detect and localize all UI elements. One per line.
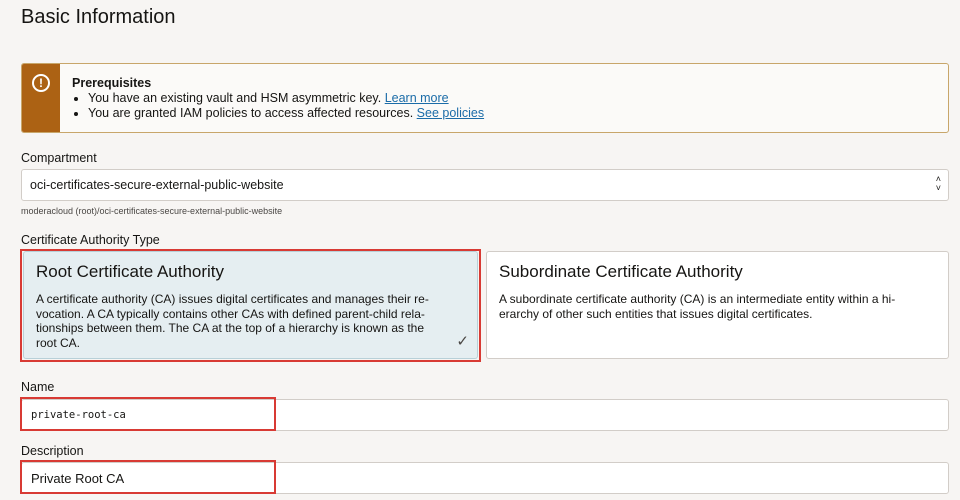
subordinate-ca-description: A subordinate certificate authority (CA)… (499, 292, 896, 321)
ca-type-label: Certificate Authority Type (21, 233, 160, 247)
notice-item-text: You are granted IAM policies to access a… (88, 106, 414, 120)
name-label: Name (21, 380, 55, 394)
compartment-helper-text: moderacloud (root)/oci-certificates-secu… (21, 206, 283, 216)
warning-icon: ! (32, 74, 50, 92)
learn-more-link[interactable]: Learn more (385, 91, 449, 105)
root-ca-option-card[interactable]: Root Certificate Authority A certificate… (23, 251, 478, 359)
compartment-select[interactable]: oci-certificates-secure-external-public-… (21, 169, 949, 201)
page-title: Basic Information (21, 6, 176, 28)
chevron-up-down-icon: ˄ ˅ (935, 174, 941, 193)
notice-title: Prerequisites (72, 76, 152, 90)
root-ca-description: A certificate authority (CA) issues digi… (36, 292, 429, 350)
compartment-value: oci-certificates-secure-external-public-… (30, 178, 284, 192)
description-input-value: Private Root CA (31, 470, 125, 486)
compartment-label: Compartment (21, 151, 97, 165)
description-label: Description (21, 444, 84, 458)
subordinate-ca-title: Subordinate Certificate Authority (499, 262, 743, 281)
root-ca-title: Root Certificate Authority (36, 262, 225, 281)
subordinate-ca-option-card[interactable]: Subordinate Certificate Authority A subo… (486, 251, 949, 359)
name-input-value: private-root-ca (31, 409, 126, 421)
notice-item-text: You have an existing vault and HSM asymm… (88, 91, 382, 105)
notice-item: You have an existing vault and HSM asymm… (88, 91, 484, 106)
check-icon: ✓ (456, 333, 469, 350)
notice-item: You are granted IAM policies to access a… (88, 106, 484, 121)
description-input[interactable]: Private Root CA (21, 462, 949, 494)
see-policies-link[interactable]: See policies (417, 106, 484, 120)
prerequisites-notice: ! Prerequisites You have an existing vau… (21, 63, 949, 133)
notice-icon-bar: ! (22, 64, 60, 132)
name-input[interactable]: private-root-ca (21, 399, 949, 431)
